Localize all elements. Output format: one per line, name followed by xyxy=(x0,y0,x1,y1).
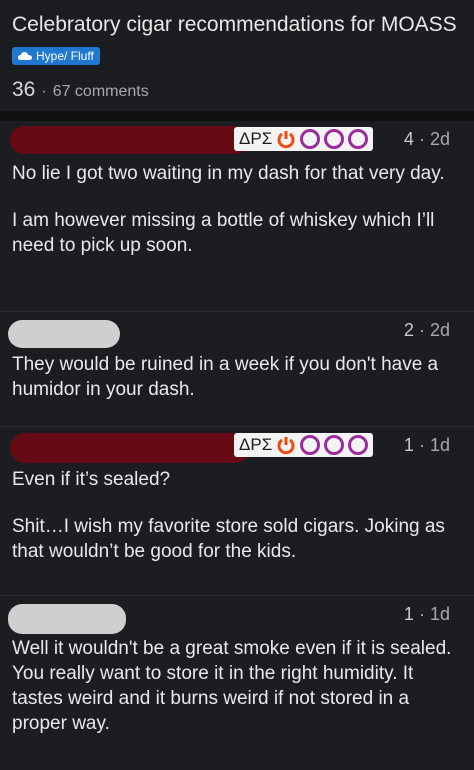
comment[interactable]: 2 · 2d They would be ruined in a week if… xyxy=(0,312,474,427)
post-meta: 36 · 67 comments xyxy=(12,78,462,102)
ring-icon xyxy=(348,129,369,149)
redacted-username xyxy=(8,604,126,634)
meta-separator: · xyxy=(418,604,425,624)
post-header: Celebratory cigar recommendations for MO… xyxy=(0,0,474,102)
comment-age: 1d xyxy=(429,435,450,455)
comment-votes[interactable]: 2 xyxy=(404,320,414,340)
comment-header: ΔPΣ 1 · 1d xyxy=(10,427,462,467)
comment-votes[interactable]: 1 xyxy=(404,435,414,455)
meta-separator: · xyxy=(418,435,425,455)
post-flair-label: Hype/ Fluff xyxy=(36,49,94,63)
comment[interactable]: 1 · 1d Well it wouldn't be a great smoke… xyxy=(0,596,474,756)
comment-paragraph: They would be ruined in a week if you do… xyxy=(12,354,439,400)
comment[interactable]: ΔPΣ 4 · 2d No lie I got two waiting in m… xyxy=(0,121,474,312)
comment-body: Even if it’s sealed? Shit…I wish my favo… xyxy=(12,467,462,564)
comment-age: 2d xyxy=(429,129,450,149)
comment-body: Well it wouldn't be a great smoke even i… xyxy=(12,636,462,736)
meta-separator: · xyxy=(41,83,47,100)
cloud-icon xyxy=(18,52,32,60)
comment-count[interactable]: 67 comments xyxy=(53,83,149,101)
ring-icon xyxy=(324,129,345,149)
power-icon xyxy=(277,437,295,455)
comment-meta: 4 · 2d xyxy=(404,129,450,150)
user-flair-text: ΔPΣ xyxy=(239,435,273,454)
ring-icon xyxy=(324,435,345,455)
comment-body: They would be ruined in a week if you do… xyxy=(12,352,462,402)
comment-paragraph: Even if it’s sealed? xyxy=(12,469,171,490)
divider xyxy=(0,111,474,121)
ring-icon xyxy=(300,129,321,149)
redacted-username xyxy=(10,433,250,463)
comment-header: 1 · 1d xyxy=(8,596,462,636)
user-flair-text: ΔPΣ xyxy=(239,129,273,148)
comment-age: 2d xyxy=(429,320,450,340)
comment-paragraph: Well it wouldn't be a great smoke even i… xyxy=(12,638,452,734)
comment-paragraph: Shit…I wish my favorite store sold cigar… xyxy=(12,516,445,562)
comment-votes[interactable]: 4 xyxy=(404,129,414,149)
comment-age: 1d xyxy=(429,604,450,624)
ring-icon xyxy=(300,435,321,455)
comment-paragraph: I am however missing a bottle of whiskey… xyxy=(12,210,435,256)
post-score[interactable]: 36 xyxy=(12,78,35,102)
post-title[interactable]: Celebratory cigar recommendations for MO… xyxy=(12,12,462,38)
user-flair: ΔPΣ xyxy=(234,127,374,151)
post-flair[interactable]: Hype/ Fluff xyxy=(12,47,100,65)
power-icon xyxy=(277,131,295,149)
comment-body: No lie I got two waiting in my dash for … xyxy=(12,161,462,258)
comment-votes[interactable]: 1 xyxy=(404,604,414,624)
redacted-username xyxy=(10,126,250,154)
meta-separator: · xyxy=(418,320,425,340)
comment-header: ΔPΣ 4 · 2d xyxy=(10,121,462,161)
comment-header: 2 · 2d xyxy=(8,312,462,352)
comment-paragraph: No lie I got two waiting in my dash for … xyxy=(12,163,445,184)
user-flair: ΔPΣ xyxy=(234,433,374,457)
comment-meta: 1 · 1d xyxy=(404,604,450,625)
redacted-username xyxy=(8,320,120,348)
meta-separator: · xyxy=(418,129,425,149)
ring-icon xyxy=(348,435,369,455)
comment[interactable]: ΔPΣ 1 · 1d Even if it’s sealed? Shit…I w… xyxy=(0,427,474,596)
comment-meta: 2 · 2d xyxy=(404,320,450,341)
comment-meta: 1 · 1d xyxy=(404,435,450,456)
